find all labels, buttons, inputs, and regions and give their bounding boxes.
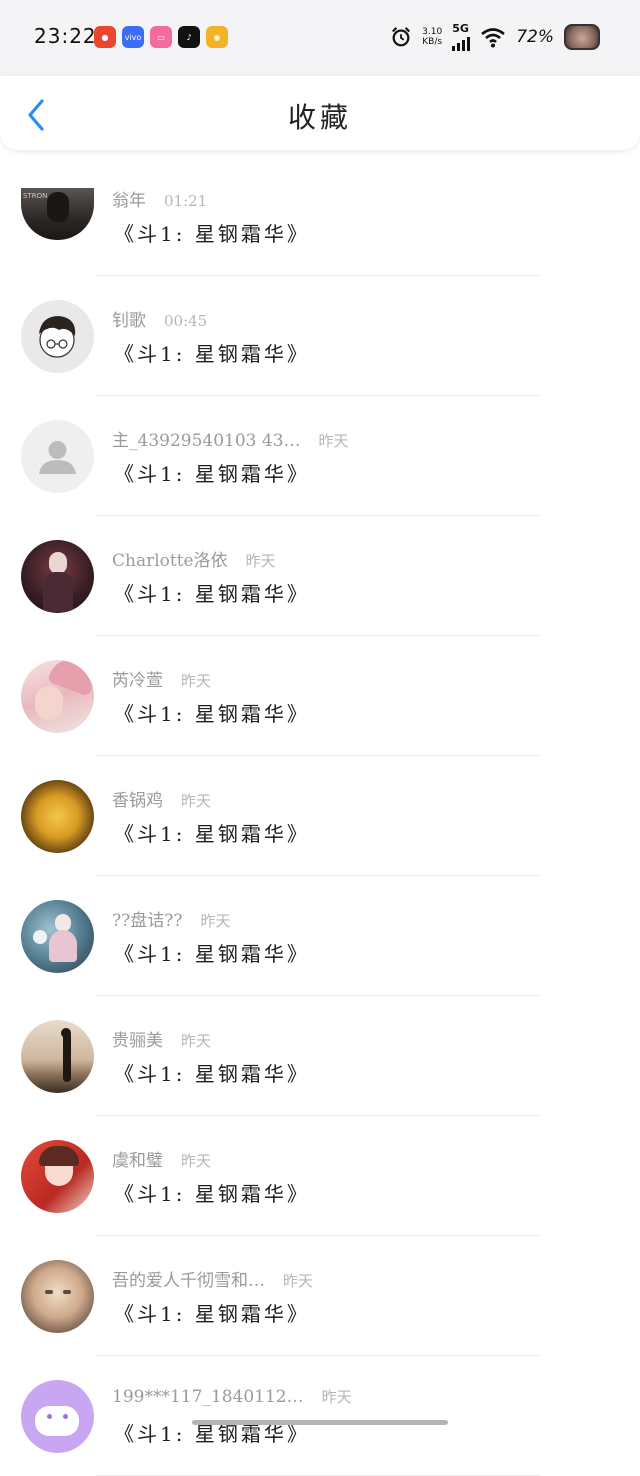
list-item[interactable]: STRON 翁年 01:21 《斗1: 星钢霜华》 (0, 156, 640, 276)
list-item[interactable]: Charlotte洛依 昨天《斗1: 星钢霜华》 (0, 516, 640, 636)
timestamp: 01:21 (164, 192, 208, 210)
item-meta: 主_43929540103 43… 昨天 (112, 426, 349, 451)
item-meta: ??盘诘?? 昨天 (112, 906, 230, 931)
avatar[interactable] (21, 900, 94, 973)
timestamp: 00:45 (164, 312, 208, 330)
timestamp: 昨天 (181, 1152, 212, 1170)
signal-bars-icon (452, 35, 471, 51)
list-item[interactable]: 199***117_1840112… 昨天 《斗1: 星钢霜华》 (0, 1356, 640, 1476)
network-speed: 3.10 KB/s (422, 27, 442, 47)
favorite-content[interactable]: 《斗1: 星钢霜华》 (114, 818, 310, 847)
avatar[interactable]: STRON (21, 188, 94, 240)
app-icon-pink: ▭ (150, 26, 172, 48)
username[interactable]: 香锅鸡 (112, 791, 163, 811)
avatar[interactable] (21, 540, 94, 613)
favorites-list: STRON 翁年 01:21 《斗1: 星钢霜华》 钊歌 00:45 《斗1: 星钢霜华》主… (0, 156, 640, 1476)
item-meta: 钊歌 00:45 (112, 306, 207, 331)
list-item[interactable]: 吾的爱人千彻雪和… 昨天《斗1: 星钢霜华》 (0, 1236, 640, 1356)
status-bar: 23:22 ● vivo ▭ ♪ ◉ 3.10 KB/s 5G 72% (0, 0, 640, 76)
app-icon-weibo: ◉ (206, 26, 228, 48)
username[interactable]: 芮冷萱 (112, 671, 163, 691)
username[interactable]: 虞和璧 (112, 1151, 163, 1171)
battery-percent: 72% (516, 26, 554, 47)
username[interactable]: 199***117_1840112… (112, 1387, 304, 1407)
timestamp: 昨天 (200, 912, 231, 930)
status-time: 23:22 (34, 24, 97, 48)
avatar[interactable] (21, 660, 94, 733)
item-meta: 199***117_1840112… 昨天 (112, 1386, 352, 1407)
app-icon-red: ● (94, 26, 116, 48)
username[interactable]: 翁年 (112, 191, 146, 211)
favorite-content[interactable]: 《斗1: 星钢霜华》 (114, 578, 310, 607)
list-item[interactable]: 贵骊美 昨天《斗1: 星钢霜华》 (0, 996, 640, 1116)
header: 收藏 (0, 76, 640, 150)
notification-icons: ● vivo ▭ ♪ ◉ (94, 26, 228, 48)
username[interactable]: 主_43929540103 43… (112, 431, 301, 451)
timestamp: 昨天 (181, 792, 212, 810)
wifi-icon (481, 27, 506, 47)
item-meta: 吾的爱人千彻雪和… 昨天 (112, 1266, 313, 1291)
network-speed-value: 3.10 (422, 26, 443, 37)
username[interactable]: 吾的爱人千彻雪和… (112, 1271, 265, 1291)
network-type: 5G (452, 22, 469, 35)
list-item[interactable]: 虞和璧 昨天《斗1: 星钢霜华》 (0, 1116, 640, 1236)
app-icon-vivo: vivo (122, 26, 144, 48)
list-item[interactable]: 芮冷萱 昨天《斗1: 星钢霜华》 (0, 636, 640, 756)
list-item[interactable]: 香锅鸡 昨天《斗1: 星钢霜华》 (0, 756, 640, 876)
alarm-clock-icon (392, 26, 411, 46)
favorite-content[interactable]: 《斗1: 星钢霜华》 (114, 458, 310, 487)
system-icons: 3.10 KB/s 5G 72% (390, 22, 600, 51)
cellular-signal: 5G (452, 22, 471, 51)
favorite-content[interactable]: 《斗1: 星钢霜华》 (114, 698, 310, 727)
favorite-content[interactable]: 《斗1: 星钢霜华》 (114, 338, 310, 367)
page-title: 收藏 (287, 101, 352, 134)
item-meta: 翁年 01:21 (112, 186, 207, 211)
network-speed-unit: KB/s (422, 36, 443, 47)
app-icon-tiktok: ♪ (178, 26, 200, 48)
username[interactable]: 钊歌 (112, 311, 146, 331)
favorite-content[interactable]: 《斗1: 星钢霜华》 (114, 1178, 310, 1207)
avatar[interactable] (21, 1140, 94, 1213)
list-item[interactable]: 钊歌 00:45 《斗1: 星钢霜华》 (0, 276, 640, 396)
username[interactable]: Charlotte洛依 (112, 551, 228, 571)
timestamp: 昨天 (181, 672, 212, 690)
avatar[interactable] (21, 300, 94, 373)
avatar[interactable] (21, 1260, 94, 1333)
favorite-content[interactable]: 《斗1: 星钢霜华》 (114, 1298, 310, 1327)
timestamp: 昨天 (321, 1388, 352, 1406)
timestamp: 昨天 (181, 1032, 212, 1050)
avatar[interactable] (21, 1380, 94, 1453)
item-meta: Charlotte洛依 昨天 (112, 546, 276, 571)
item-meta: 虞和璧 昨天 (112, 1146, 211, 1171)
item-meta: 贵骊美 昨天 (112, 1026, 211, 1051)
favorite-content[interactable]: 《斗1: 星钢霜华》 (114, 1058, 310, 1087)
username[interactable]: ??盘诘?? (112, 911, 182, 931)
list-item[interactable]: 主_43929540103 43… 昨天 《斗1: 星钢霜华》 (0, 396, 640, 516)
item-meta: 芮冷萱 昨天 (112, 666, 211, 691)
list-item[interactable]: ??盘诘?? 昨天《斗1: 星钢霜华》 (0, 876, 640, 996)
avatar[interactable] (21, 1020, 94, 1093)
favorite-content[interactable]: 《斗1: 星钢霜华》 (114, 938, 310, 967)
battery-icon (564, 23, 600, 50)
username[interactable]: 贵骊美 (112, 1031, 163, 1051)
timestamp: 昨天 (283, 1272, 314, 1290)
favorite-content[interactable]: 《斗1: 星钢霜华》 (114, 218, 310, 247)
timestamp: 昨天 (245, 552, 276, 570)
avatar[interactable] (21, 780, 94, 853)
item-meta: 香锅鸡 昨天 (112, 786, 211, 811)
timestamp: 昨天 (318, 432, 349, 450)
avatar[interactable] (21, 420, 94, 493)
home-indicator[interactable] (192, 1420, 448, 1425)
